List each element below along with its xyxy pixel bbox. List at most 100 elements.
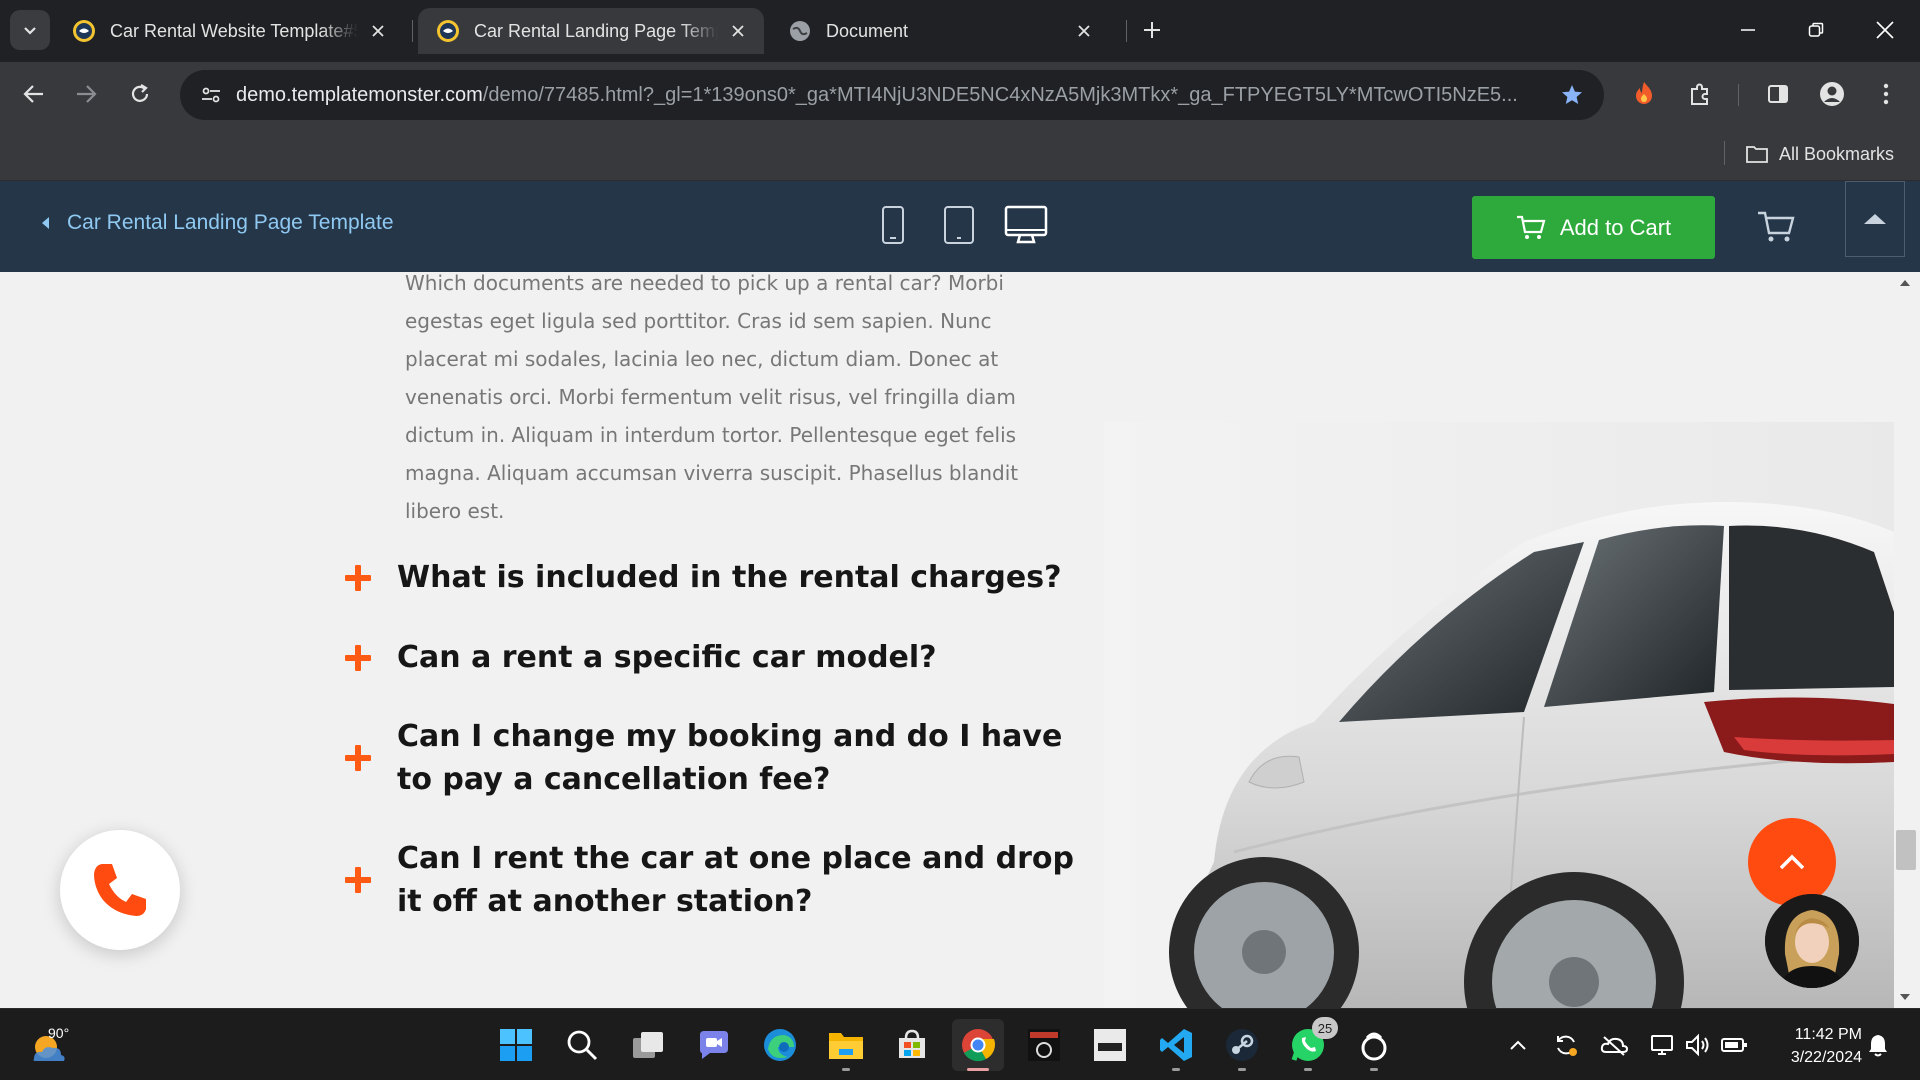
scroll-up-arrow-icon[interactable] — [1900, 280, 1910, 286]
tab-title: Car Rental Landing Page Template — [474, 20, 718, 41]
templatemonster-favicon — [436, 19, 460, 43]
teams-meet-app[interactable] — [688, 1019, 740, 1071]
vscode-app[interactable] — [1150, 1019, 1202, 1071]
url-text: demo.templatemonster.com/demo/77485.html… — [236, 84, 1548, 107]
url-host: demo.templatemonster.com — [236, 83, 483, 106]
plus-icon — [345, 867, 371, 893]
close-icon[interactable] — [366, 19, 390, 43]
faq-item[interactable]: What is included in the rental charges? — [345, 556, 1085, 599]
task-view-button[interactable] — [622, 1019, 674, 1071]
tab-title: Document — [826, 20, 909, 41]
faq-answer-text: Which documents are needed to pick up a … — [405, 272, 1019, 523]
plus-icon — [345, 564, 371, 591]
plus-icon — [345, 745, 371, 771]
arrow-right-icon — [77, 85, 97, 103]
bookmark-star-icon[interactable] — [1548, 71, 1596, 119]
chat-avatar[interactable] — [1765, 894, 1859, 988]
close-window-button[interactable] — [1857, 8, 1913, 52]
tab-car-rental-website[interactable]: Car Rental Website Template#5 — [54, 8, 404, 54]
new-tab-button[interactable] — [1136, 14, 1168, 46]
close-icon[interactable] — [1072, 19, 1096, 43]
whatsapp-app[interactable]: 25 — [1282, 1017, 1338, 1071]
all-bookmarks-label: All Bookmarks — [1779, 143, 1895, 164]
network-icon[interactable] — [1648, 1031, 1676, 1059]
monitor-icon — [1004, 205, 1048, 244]
sync-icon[interactable] — [1552, 1031, 1580, 1059]
back-button[interactable] — [14, 74, 54, 114]
reload-icon — [131, 84, 149, 102]
obs-icon — [1361, 1032, 1387, 1061]
file-explorer-app[interactable] — [820, 1019, 872, 1071]
store-icon — [899, 1029, 925, 1058]
toolbar-divider — [1738, 84, 1739, 106]
site-settings-icon[interactable] — [186, 70, 236, 120]
show-hidden-icons-button[interactable] — [1504, 1031, 1532, 1059]
faq-question: Can I change my booking and do I have to… — [397, 719, 1063, 797]
shopping-cart-icon[interactable] — [1754, 207, 1798, 247]
template-back-link[interactable]: Car Rental Landing Page Template — [42, 211, 394, 235]
close-icon[interactable] — [726, 19, 750, 43]
forward-button[interactable] — [66, 74, 106, 114]
page-scrollbar[interactable] — [1894, 272, 1920, 1008]
fifa-game-app[interactable] — [1084, 1019, 1136, 1071]
scroll-to-top-button[interactable] — [1748, 818, 1836, 906]
mobile-view-button[interactable] — [880, 199, 906, 251]
url-path: /demo/77485.html?_gl=1*139ons0*_ga*MTI4N… — [482, 83, 1518, 106]
globe-icon — [788, 19, 812, 43]
faq-item[interactable]: Can a rent a specific car model? — [345, 636, 1085, 679]
cart-icon — [1516, 215, 1546, 239]
scroll-down-arrow-icon[interactable] — [1900, 994, 1910, 1000]
start-button[interactable] — [490, 1019, 542, 1071]
tab-document[interactable]: Document — [770, 8, 1110, 54]
more-menu-icon[interactable] — [1866, 74, 1906, 114]
meet-icon — [700, 1031, 728, 1059]
system-clock[interactable]: 11:42 PM 3/22/2024 — [1766, 1023, 1862, 1069]
minimize-button[interactable] — [1720, 8, 1776, 52]
obs-app[interactable] — [1348, 1019, 1400, 1071]
page-viewport: Which documents are needed to pick up a … — [0, 272, 1920, 1008]
volume-icon[interactable] — [1684, 1031, 1712, 1059]
tab-car-rental-landing-active[interactable]: Car Rental Landing Page Template — [418, 8, 764, 54]
restore-button[interactable] — [1788, 8, 1844, 52]
steam-app[interactable] — [1216, 1019, 1268, 1071]
pes-game-app[interactable] — [1018, 1019, 1070, 1071]
weather-temp: 90° — [48, 1025, 70, 1041]
all-bookmarks-button[interactable]: All Bookmarks — [1745, 139, 1894, 169]
faq-question: Can a rent a specific car model? — [397, 640, 937, 675]
running-indicator — [842, 1068, 850, 1071]
side-panel-icon[interactable] — [1758, 74, 1798, 114]
onedrive-icon[interactable] — [1600, 1031, 1628, 1059]
chrome-icon — [962, 1029, 996, 1062]
chrome-app[interactable] — [952, 1019, 1004, 1071]
profile-icon[interactable] — [1812, 74, 1852, 114]
weather-widget[interactable]: 90° — [26, 1021, 86, 1071]
plus-icon — [345, 644, 371, 671]
notification-badge: 25 — [1312, 1017, 1338, 1039]
battery-icon[interactable] — [1720, 1031, 1748, 1059]
template-back-label: Car Rental Landing Page Template — [67, 211, 394, 234]
running-indicator — [1304, 1068, 1312, 1071]
faq-item[interactable]: Can I change my booking and do I have to… — [345, 715, 1085, 801]
running-indicator — [1238, 1068, 1246, 1071]
caret-left-icon — [42, 217, 49, 229]
call-button[interactable] — [60, 830, 180, 950]
extensions-puzzle-icon[interactable] — [1680, 74, 1720, 114]
taskbar-search-button[interactable] — [556, 1019, 608, 1071]
clock-date: 3/22/2024 — [1790, 1049, 1862, 1066]
add-to-cart-button[interactable]: Add to Cart — [1472, 196, 1715, 259]
scrollbar-thumb[interactable] — [1896, 830, 1916, 870]
reload-button[interactable] — [120, 74, 160, 114]
microsoft-store-app[interactable] — [886, 1019, 938, 1071]
collapse-header-button[interactable] — [1845, 181, 1905, 257]
faq-item[interactable]: Can I rent the car at one place and drop… — [345, 837, 1085, 923]
chevron-up-icon — [1510, 1040, 1526, 1050]
address-bar[interactable]: demo.templatemonster.com/demo/77485.html… — [180, 70, 1604, 120]
faq-question: Can I rent the car at one place and drop… — [397, 841, 1074, 919]
fire-extension-icon[interactable] — [1624, 74, 1664, 114]
running-indicator — [1370, 1068, 1378, 1071]
tab-search-button[interactable] — [10, 10, 50, 50]
desktop-view-button[interactable] — [1004, 199, 1048, 251]
edge-app[interactable] — [754, 1019, 806, 1071]
tablet-view-button[interactable] — [942, 199, 976, 251]
notification-bell-icon[interactable] — [1864, 1031, 1892, 1059]
